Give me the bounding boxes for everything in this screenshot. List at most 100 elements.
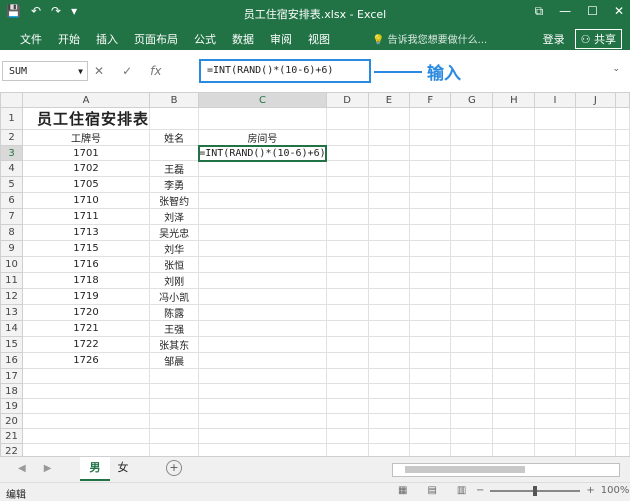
cell[interactable]: [367, 256, 411, 273]
cell[interactable]: [492, 398, 536, 414]
cell[interactable]: [367, 240, 411, 257]
cell[interactable]: 刘刚: [149, 272, 200, 289]
row-header[interactable]: 13: [0, 304, 23, 321]
cell[interactable]: [534, 176, 576, 193]
name-box[interactable]: SUM ▼: [2, 61, 88, 81]
tab-review[interactable]: 审阅: [262, 31, 300, 47]
cell[interactable]: 李勇: [149, 176, 200, 193]
cell[interactable]: 张恒: [149, 256, 200, 273]
row-header[interactable]: 12: [0, 288, 23, 305]
cell[interactable]: 张智约: [149, 192, 200, 209]
tab-data[interactable]: 数据: [224, 31, 262, 47]
cell[interactable]: [325, 160, 369, 177]
cell[interactable]: [367, 428, 411, 444]
cell[interactable]: [198, 304, 327, 321]
cell[interactable]: [615, 304, 630, 321]
row-header[interactable]: 17: [0, 368, 23, 384]
cell[interactable]: [615, 208, 630, 225]
cell[interactable]: [198, 383, 327, 399]
minimize-icon[interactable]: —: [559, 4, 571, 19]
cell[interactable]: [615, 224, 630, 241]
cell[interactable]: [409, 224, 452, 241]
cell[interactable]: [409, 413, 452, 429]
cell[interactable]: [450, 304, 494, 321]
cell[interactable]: [198, 336, 327, 353]
cell[interactable]: [198, 107, 327, 130]
cell[interactable]: 吴光忠: [149, 224, 200, 241]
cell[interactable]: [409, 443, 452, 456]
cell[interactable]: [615, 176, 630, 193]
cell[interactable]: [574, 107, 617, 130]
cell[interactable]: [325, 176, 369, 193]
column-header-g[interactable]: G: [450, 92, 494, 108]
add-sheet-icon[interactable]: +: [166, 460, 182, 476]
page-break-view-icon[interactable]: ▥: [457, 485, 466, 496]
cell[interactable]: [574, 413, 617, 429]
cell[interactable]: [615, 368, 630, 384]
cell[interactable]: [409, 368, 452, 384]
cell[interactable]: [574, 224, 617, 241]
cell[interactable]: [367, 160, 411, 177]
cell[interactable]: [492, 443, 536, 456]
cell[interactable]: [450, 368, 494, 384]
cell[interactable]: [198, 428, 327, 444]
close-icon[interactable]: ✕: [614, 4, 624, 19]
cell[interactable]: [367, 398, 411, 414]
cell[interactable]: [574, 176, 617, 193]
worksheet-grid[interactable]: A B C D E F G H I J 1 员工住宿安排表 2 工牌号 姓名 房间号 3 17…: [0, 92, 630, 456]
cell[interactable]: [198, 240, 327, 257]
tell-me-search[interactable]: 💡 告诉我您想要做什么...: [372, 31, 487, 46]
zoom-slider[interactable]: [490, 485, 581, 496]
cell[interactable]: [492, 304, 536, 321]
cell[interactable]: 1715: [21, 240, 151, 257]
cell[interactable]: [367, 288, 411, 305]
cell[interactable]: [367, 336, 411, 353]
cell[interactable]: [615, 129, 630, 146]
cell[interactable]: 1713: [21, 224, 151, 241]
row-header[interactable]: 5: [0, 176, 23, 193]
page-layout-view-icon[interactable]: ▤: [427, 485, 436, 496]
column-header-h[interactable]: H: [492, 92, 536, 108]
cell[interactable]: [21, 428, 151, 444]
cell[interactable]: [21, 368, 151, 384]
tab-page-layout[interactable]: 页面布局: [126, 31, 186, 47]
cancel-icon[interactable]: ✕: [94, 64, 104, 78]
column-header-j[interactable]: J: [574, 92, 617, 108]
cell[interactable]: [198, 224, 327, 241]
row-header[interactable]: 3: [0, 145, 23, 161]
cell[interactable]: [149, 428, 200, 444]
cell[interactable]: [534, 224, 576, 241]
sheet-tab-male[interactable]: 男: [80, 457, 110, 481]
cell[interactable]: [534, 208, 576, 225]
cell[interactable]: [367, 383, 411, 399]
share-button[interactable]: ⚇ 共享: [574, 29, 622, 49]
cell[interactable]: 邹晨: [149, 352, 200, 369]
column-header-a[interactable]: A: [21, 92, 151, 108]
cell[interactable]: [534, 240, 576, 257]
cell[interactable]: [198, 443, 327, 456]
zoom-in-icon[interactable]: +: [586, 485, 594, 496]
normal-view-icon[interactable]: ▦: [398, 485, 407, 496]
cell[interactable]: [574, 192, 617, 209]
column-header-f[interactable]: F: [409, 92, 452, 108]
cell[interactable]: [492, 413, 536, 429]
cell[interactable]: [367, 413, 411, 429]
cell[interactable]: [198, 176, 327, 193]
cell[interactable]: [615, 256, 630, 273]
cell[interactable]: [450, 383, 494, 399]
cell[interactable]: [325, 398, 369, 414]
column-header-d[interactable]: D: [325, 92, 369, 108]
column-header-c[interactable]: C: [198, 92, 327, 108]
cell[interactable]: [198, 192, 327, 209]
cell[interactable]: [450, 145, 494, 161]
sheet-next-icon[interactable]: ▶: [44, 463, 52, 474]
header-cell[interactable]: 姓名: [149, 129, 200, 146]
cell[interactable]: 冯小凯: [149, 288, 200, 305]
cell[interactable]: [409, 160, 452, 177]
cell[interactable]: [615, 145, 630, 161]
tab-file[interactable]: 文件: [12, 31, 50, 47]
cell[interactable]: [492, 336, 536, 353]
row-header[interactable]: 9: [0, 240, 23, 257]
cell[interactable]: [325, 145, 369, 161]
row-header[interactable]: 6: [0, 192, 23, 209]
